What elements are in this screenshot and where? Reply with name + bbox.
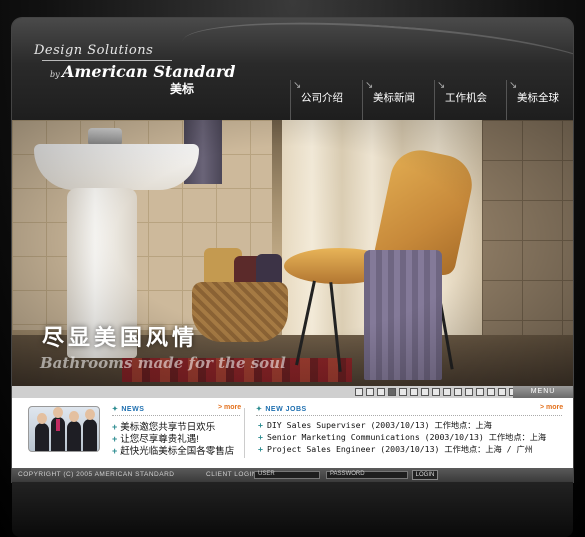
- main-nav: ↘ 公司介绍 ↘ 美标新闻 ↘ 工作机会 ↘ 美标全球: [290, 80, 573, 120]
- nav-item-label: 美标新闻: [373, 92, 415, 104]
- job-item[interactable]: + Senior Marketing Communications (2003/1…: [258, 431, 546, 443]
- banner-thumbnail[interactable]: [465, 388, 473, 396]
- banner-thumbnail[interactable]: [443, 388, 451, 396]
- banner-thumbnail[interactable]: [498, 388, 506, 396]
- password-input[interactable]: PASSWORD: [326, 471, 408, 479]
- hero-banner: 尽显美国风情 Bathrooms made for the soul: [12, 120, 573, 386]
- person-figure: [67, 411, 81, 451]
- jobs-heading: ✦ NEW JOBS: [256, 406, 307, 413]
- plus-icon: +: [258, 432, 263, 442]
- nav-item-label: 公司介绍: [301, 92, 343, 104]
- person-figure: [51, 407, 65, 451]
- job-item[interactable]: + DIY Sales Superviser (2003/10/13) 工作地点：…: [258, 419, 492, 431]
- jobs-more-link[interactable]: > more: [540, 404, 563, 411]
- logo-brand-cn: 美标: [170, 82, 195, 96]
- banner-thumbnail[interactable]: [487, 388, 495, 396]
- banner-thumbnail[interactable]: [410, 388, 418, 396]
- nav-item-global[interactable]: ↘ 美标全球: [506, 80, 573, 120]
- job-item[interactable]: + Project Sales Engineer (2003/10/13) 工作地…: [258, 443, 533, 455]
- login-button[interactable]: LOGIN: [412, 470, 438, 480]
- logo-by: by: [50, 70, 60, 79]
- nav-item-label: 美标全球: [517, 92, 559, 104]
- team-photo: [28, 406, 100, 452]
- username-input[interactable]: USER: [254, 471, 320, 479]
- logo-brand-name[interactable]: American Standard: [62, 62, 235, 81]
- banner-thumbnail[interactable]: [399, 388, 407, 396]
- banner-thumbnail[interactable]: [421, 388, 429, 396]
- username-placeholder: USER: [258, 471, 275, 477]
- logo-tagline: Design Solutions: [34, 43, 154, 58]
- news-more-link[interactable]: > more: [218, 404, 241, 411]
- site-frame: Design Solutions by American Standard 美标…: [12, 18, 573, 482]
- logo-underline: [42, 60, 172, 61]
- page-background: Design Solutions by American Standard 美标…: [0, 0, 585, 537]
- banner-title: 尽显美国风情: [42, 325, 199, 351]
- star-icon: ✦: [112, 406, 119, 413]
- plus-icon: +: [258, 444, 263, 454]
- banner-thumbnail[interactable]: [476, 388, 484, 396]
- divider: [256, 415, 562, 416]
- plus-icon: +: [112, 446, 118, 456]
- banner-thumbnail[interactable]: [355, 388, 363, 396]
- nav-item-jobs[interactable]: ↘ 工作机会: [434, 80, 506, 120]
- bottom-reflection: [12, 482, 573, 537]
- star-icon: ✦: [256, 406, 263, 413]
- section-divider: [244, 408, 245, 458]
- plus-icon: +: [258, 420, 263, 430]
- banner-thumbnail[interactable]: [432, 388, 440, 396]
- banner-thumbnail-strip: MENU: [12, 386, 573, 398]
- banner-thumbnail[interactable]: [454, 388, 462, 396]
- nav-item-about[interactable]: ↘ 公司介绍: [290, 80, 362, 120]
- password-placeholder: PASSWORD: [330, 471, 365, 477]
- person-figure: [83, 409, 97, 451]
- nav-item-news[interactable]: ↘ 美标新闻: [362, 80, 434, 120]
- client-login-label: CLIENT LOGIN:: [206, 471, 260, 478]
- footer-bar: COPYRIGHT (C) 2005 AMERICAN STANDARD CLI…: [12, 468, 573, 482]
- news-item[interactable]: + 赶快光临美标全国各零售店: [112, 443, 234, 457]
- banner-thumbnail[interactable]: [377, 388, 385, 396]
- nav-item-label: 工作机会: [445, 92, 487, 104]
- header: Design Solutions by American Standard 美标…: [12, 18, 573, 120]
- copyright-text: COPYRIGHT (C) 2005 AMERICAN STANDARD: [18, 471, 175, 478]
- banner-thumbnail[interactable]: [366, 388, 374, 396]
- divider: [112, 415, 240, 416]
- info-panel: ✦ NEWS > more + 美标邀您共享节日欢乐 + 让您尽享尊贵礼遇! + 赶快光…: [12, 398, 573, 468]
- banner-thumbnail[interactable]: [388, 388, 396, 396]
- news-heading: ✦ NEWS: [112, 406, 145, 413]
- banner-subtitle: Bathrooms made for the soul: [40, 354, 286, 372]
- person-figure: [35, 413, 49, 451]
- menu-button[interactable]: MENU: [513, 386, 573, 398]
